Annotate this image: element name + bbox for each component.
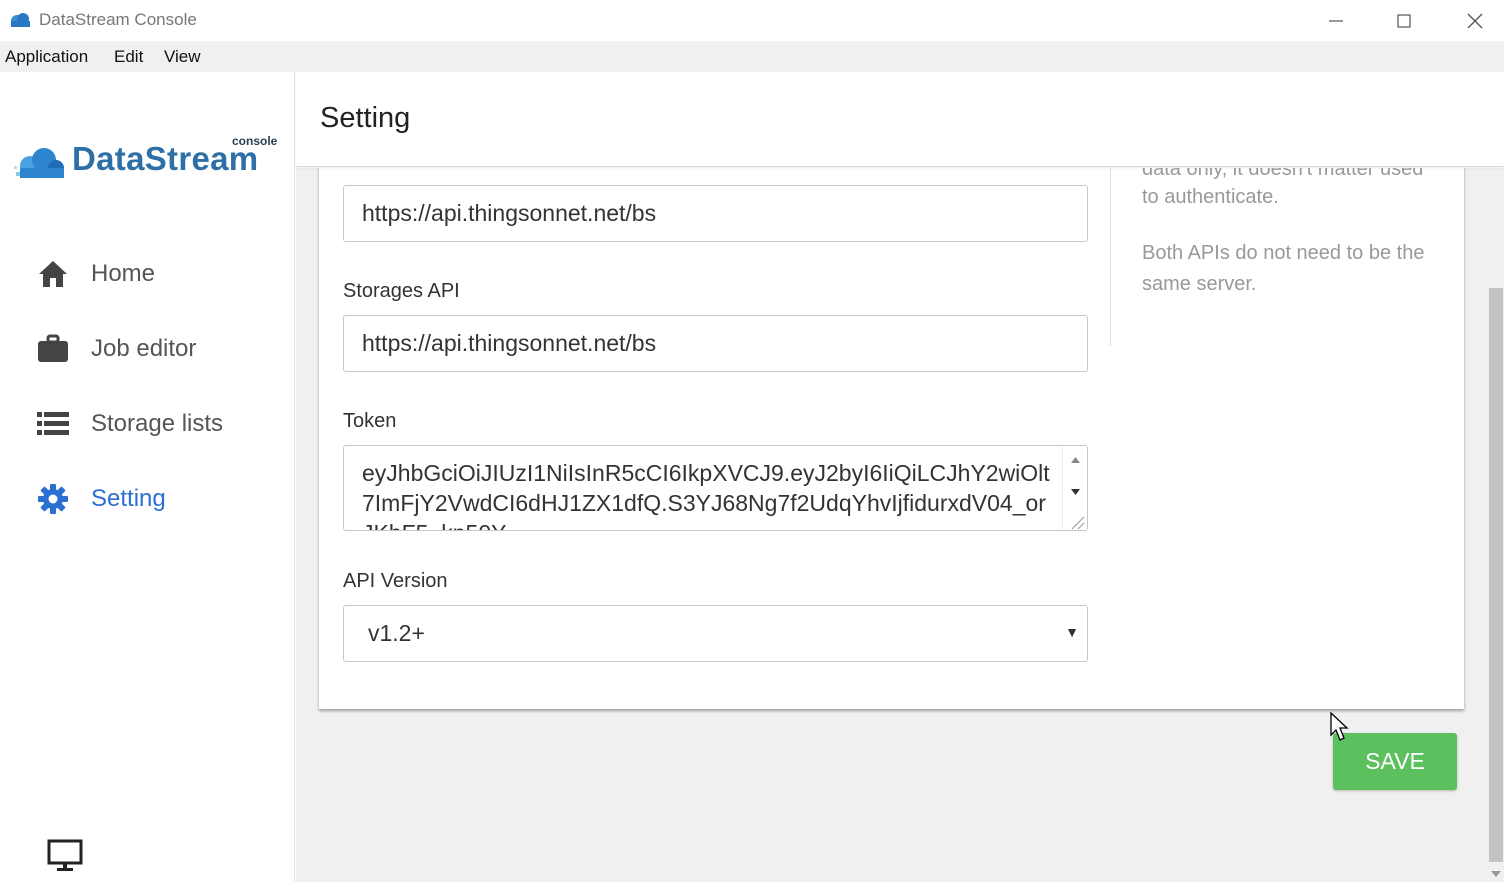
mouse-cursor-icon	[1330, 712, 1349, 741]
scroll-down-arrow-icon[interactable]	[1488, 868, 1504, 880]
token-textarea[interactable]: eyJhbGciOiJIUzI1NiIsInR5cCI6IkpXVCJ9.eyJ…	[343, 445, 1088, 531]
minimize-icon	[1329, 19, 1343, 22]
sidebar-item-label: Storage lists	[91, 410, 224, 437]
page-scrollbar[interactable]	[1488, 168, 1504, 882]
monitor-icon[interactable]	[46, 838, 84, 874]
app-cloud-icon	[11, 13, 30, 27]
home-icon	[36, 257, 70, 291]
menu-application[interactable]: Application	[5, 47, 88, 67]
sidebar-item-home[interactable]: Home	[36, 249, 276, 299]
close-button[interactable]	[1441, 0, 1504, 41]
maximize-icon	[1397, 13, 1411, 28]
column-divider	[1110, 168, 1111, 346]
token-label: Token	[343, 410, 397, 432]
sidebar-item-storage-lists[interactable]: Storage lists	[36, 399, 276, 449]
menu-edit[interactable]: Edit	[114, 47, 143, 67]
api-version-value: v1.2+	[368, 620, 425, 646]
list-icon	[36, 407, 70, 441]
help-text-note: Both APIs do not need to be the same ser…	[1142, 242, 1425, 295]
sidebar-item-label: Home	[91, 260, 156, 287]
sidebar-item-label: Job editor	[91, 335, 197, 362]
storages-api-input[interactable]: https://api.thingsonnet.net/bs	[343, 315, 1088, 372]
api-version-select[interactable]: v1.2+ ▼	[343, 605, 1088, 662]
scroll-down-icon[interactable]	[1063, 478, 1088, 506]
menu-view[interactable]: View	[164, 47, 201, 67]
token-scrollbar[interactable]	[1062, 446, 1088, 531]
datastream-logo: console DataStream	[14, 134, 279, 180]
logo-cloud-icon	[14, 148, 64, 178]
resize-handle-icon[interactable]	[1063, 510, 1088, 531]
token-value: eyJhbGciOiJIUzI1NiIsInR5cCI6IkpXVCJ9.eyJ…	[362, 460, 1050, 530]
api-version-label: API Version	[343, 570, 448, 592]
chevron-down-icon: ▼	[1065, 624, 1079, 640]
sidebar-item-job-editor[interactable]: Job editor	[36, 324, 276, 374]
sidebar: console DataStream Home Job editor Stora…	[0, 72, 295, 882]
menu-bar: Application Edit View	[0, 41, 1504, 72]
title-bar: DataStream Console	[0, 0, 1504, 41]
settings-card: https://api.thingsonnet.net/bs Storages …	[319, 168, 1464, 709]
settings-content: https://api.thingsonnet.net/bs Storages …	[296, 168, 1488, 882]
page-header: Setting	[296, 72, 1504, 167]
scrollbar-thumb[interactable]	[1489, 288, 1503, 862]
scroll-up-icon[interactable]	[1063, 446, 1088, 474]
maximize-button[interactable]	[1370, 0, 1438, 41]
gear-icon	[36, 482, 70, 516]
briefcase-icon	[36, 332, 70, 366]
minimize-button[interactable]	[1302, 0, 1370, 41]
close-icon	[1467, 13, 1483, 28]
sidebar-item-setting[interactable]: Setting	[36, 474, 276, 524]
page-title: Setting	[320, 102, 411, 134]
api-url-input[interactable]: https://api.thingsonnet.net/bs	[343, 185, 1088, 242]
logo-brand: DataStream	[72, 140, 259, 177]
sidebar-item-label: Setting	[91, 485, 166, 512]
help-text-auth: to authenticate.	[1142, 186, 1279, 208]
storages-api-label: Storages API	[343, 280, 460, 302]
window-title: DataStream Console	[39, 10, 197, 29]
